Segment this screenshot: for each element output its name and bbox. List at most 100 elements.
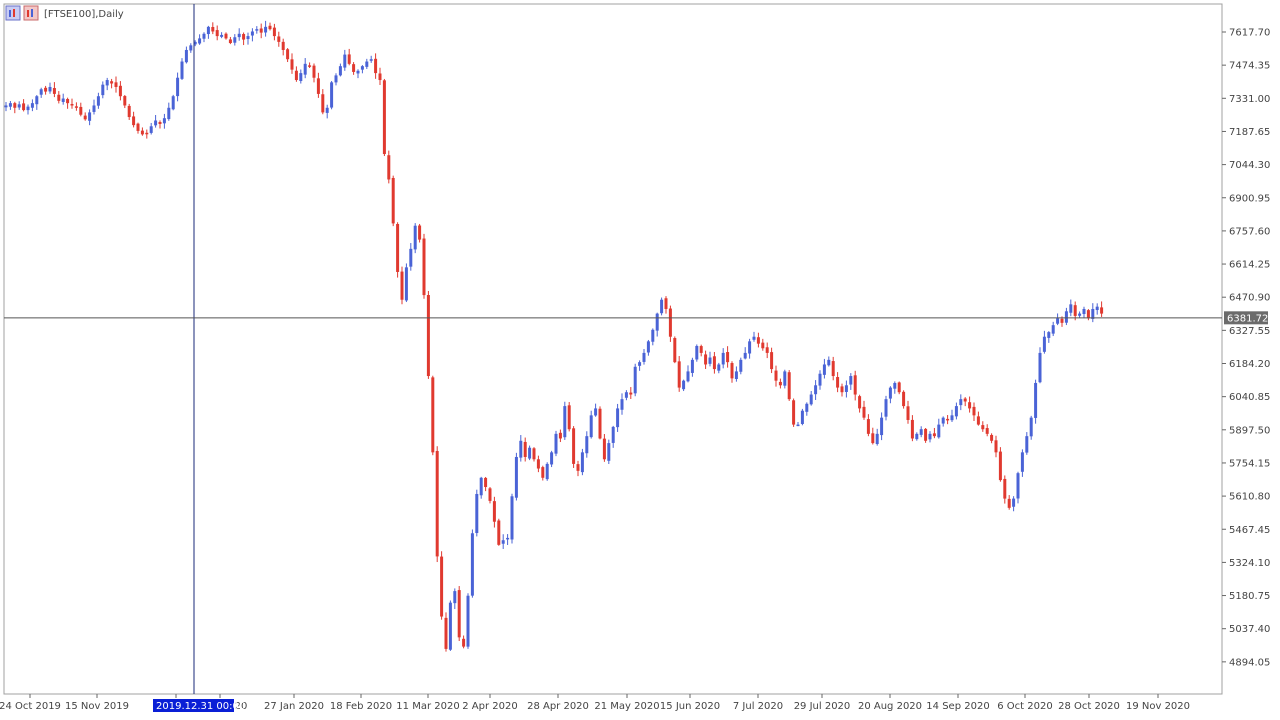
candle-bull	[620, 393, 624, 415]
candle-bull	[638, 360, 642, 371]
candle-bear	[866, 414, 870, 437]
price-tick-label: 6184.20	[1229, 359, 1270, 370]
candle-body	[708, 357, 712, 364]
candle-body	[686, 371, 690, 382]
candle-body	[796, 424, 800, 427]
candle-body	[809, 394, 813, 405]
candle-bear	[787, 370, 791, 401]
candle-bull	[448, 600, 452, 651]
candle-bear	[136, 122, 140, 134]
candle-bull	[884, 395, 888, 421]
candle-body	[268, 25, 272, 30]
candle-bull	[171, 94, 175, 111]
candle-body	[849, 376, 853, 385]
crosshair-date-label: 2019.12.31 00:00	[156, 701, 245, 712]
candle-body	[941, 417, 945, 424]
candle-bear	[906, 400, 910, 424]
candle-body	[466, 595, 470, 647]
price-tick-label: 5467.45	[1229, 525, 1270, 536]
candle-bull	[176, 72, 180, 102]
candle-body	[92, 105, 96, 112]
candle-bear	[444, 612, 448, 652]
candle-bear	[457, 586, 461, 642]
candle-bull	[1091, 303, 1095, 323]
candle-body	[101, 84, 105, 96]
candle-body	[382, 80, 386, 155]
candle-body	[523, 441, 527, 457]
candle-bull	[616, 403, 620, 432]
candle-body	[770, 352, 774, 370]
candlestick-chart[interactable]: 7617.70 7474.35 7331.00 7187.65 7044.30 6900.…	[0, 0, 1280, 720]
candle-bear	[924, 427, 928, 443]
candle-body	[783, 371, 787, 386]
candle-body	[990, 434, 994, 441]
candle-body	[369, 59, 373, 61]
candle-body	[202, 33, 206, 39]
chart-window-icon-bar	[13, 9, 15, 17]
candle-body	[937, 424, 941, 438]
candle-bear	[858, 394, 862, 413]
candle-bull	[607, 439, 611, 464]
candle-body	[1016, 473, 1020, 499]
candle-bear	[426, 290, 430, 379]
candle-body	[589, 415, 593, 438]
candle-bear	[286, 48, 290, 63]
time-tick-label: 6 Oct 2020	[997, 701, 1052, 712]
candle-body	[30, 103, 34, 108]
candle-body	[74, 106, 78, 108]
candle-body	[365, 61, 369, 67]
candle-body	[638, 362, 642, 366]
candle-body	[558, 432, 562, 439]
candle-body	[880, 417, 884, 436]
price-tick-label: 5897.50	[1229, 425, 1270, 436]
candle-body	[88, 112, 92, 121]
candle-bear	[558, 429, 562, 443]
candle-body	[717, 364, 721, 371]
candle-bull	[246, 32, 250, 45]
candle-bear	[224, 32, 228, 40]
candle-body	[418, 225, 422, 240]
candle-bear	[602, 434, 606, 462]
candle-bear	[998, 447, 1002, 482]
candle-body	[272, 27, 276, 37]
candle-body	[550, 452, 554, 465]
candle-bull	[167, 102, 171, 121]
candle-bear	[110, 78, 114, 89]
candle-bull	[844, 380, 848, 398]
candle-bull	[180, 58, 184, 81]
time-tick-label: 20 Aug 2020	[858, 701, 922, 712]
candle-body	[312, 65, 316, 78]
candle-body	[506, 537, 510, 540]
candle-bull	[686, 365, 690, 383]
candle-bull	[915, 432, 919, 441]
candle-body	[171, 96, 175, 110]
candle-bull	[1047, 331, 1051, 343]
candle-bull	[682, 379, 686, 392]
candle-bull	[453, 588, 457, 610]
candle-body	[294, 70, 298, 81]
candle-body	[396, 223, 400, 272]
candle-bear	[532, 447, 536, 462]
price-tick-label: 6470.90	[1229, 293, 1270, 304]
candle-body	[897, 382, 901, 393]
window-title-text: [FTSE100],Daily	[44, 9, 124, 20]
candle-body	[444, 617, 448, 649]
candle-body	[462, 638, 466, 647]
candle-bear	[968, 396, 972, 413]
candle-bear	[492, 496, 496, 528]
candle-bear	[123, 94, 127, 109]
candle-bull	[343, 49, 347, 71]
candle-body	[774, 370, 778, 381]
candle-bull	[928, 431, 932, 443]
candle-body	[871, 433, 875, 444]
candle-body	[1047, 332, 1051, 338]
candle-bull	[954, 402, 958, 420]
candle-body	[233, 37, 237, 43]
candle-body	[330, 82, 334, 108]
time-tick-label: 21 May 2020	[594, 701, 659, 712]
candle-body	[484, 477, 488, 488]
candle-body	[259, 28, 263, 33]
candle-bull	[818, 370, 822, 390]
candle-bull	[739, 357, 743, 375]
time-tick-label: 28 Apr 2020	[527, 701, 589, 712]
